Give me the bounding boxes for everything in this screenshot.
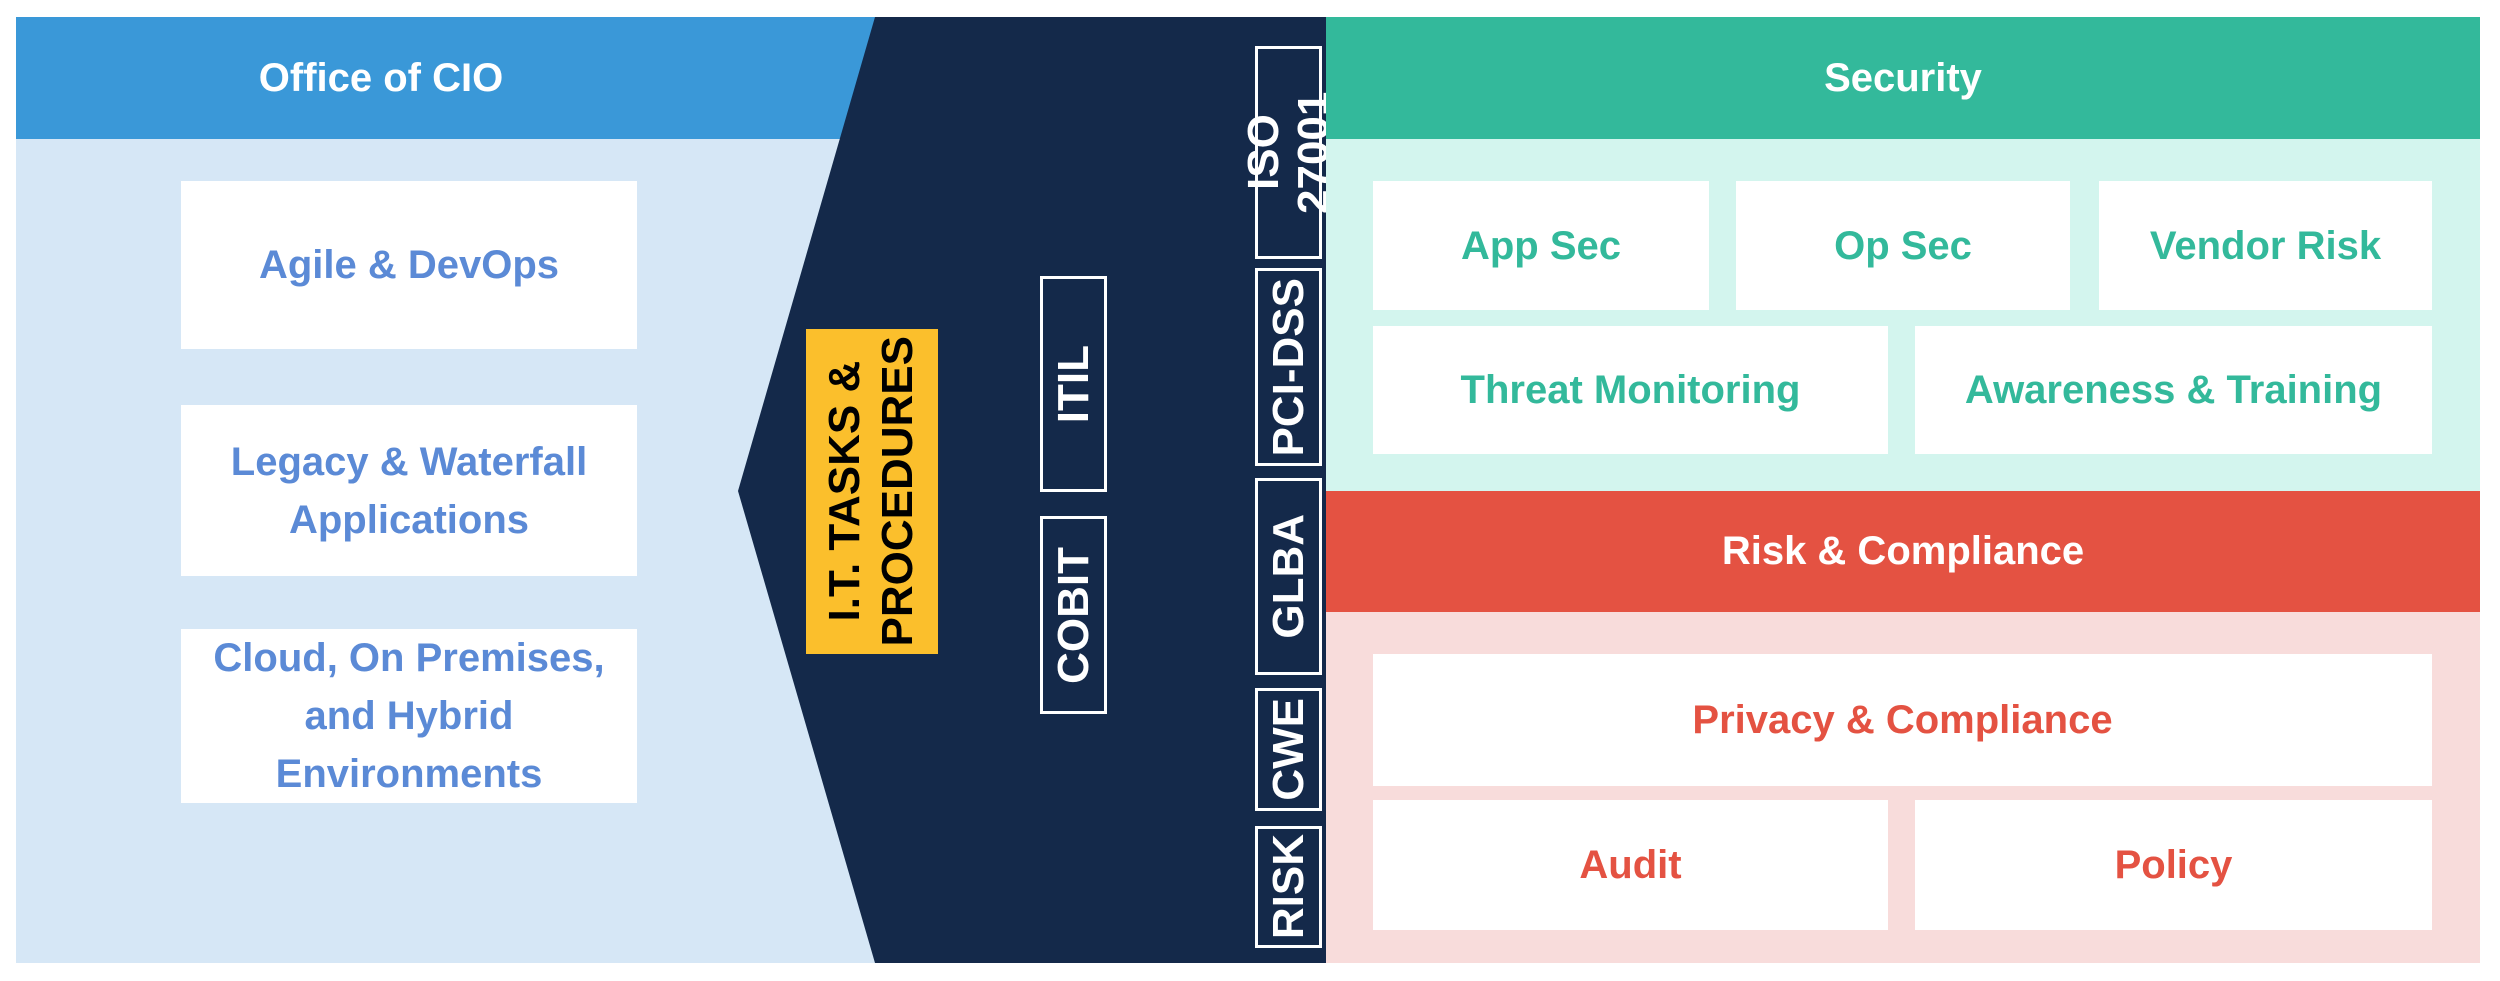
standard-label: ISO 27001 [1238, 91, 1338, 214]
security-item-threat-monitoring: Threat Monitoring [1373, 326, 1888, 454]
security-item-vendor-risk: Vendor Risk [2099, 181, 2432, 310]
framework-cobit: COBIT [1040, 516, 1107, 714]
risk-item-label: Policy [2114, 843, 2233, 887]
framework-itil: ITIL [1040, 276, 1107, 492]
security-header-title: Security [1824, 55, 1982, 100]
cio-item-label: Agile & DevOps [258, 243, 560, 287]
risk-item-policy: Policy [1915, 800, 2432, 930]
risk-item-label: Privacy & Compliance [1692, 698, 2113, 742]
security-item-awareness-training: Awareness & Training [1915, 326, 2432, 454]
standard-cwe: CWE [1255, 688, 1322, 811]
standard-iso27001: ISO 27001 [1239, 46, 1338, 259]
cio-item-legacy: Legacy & Waterfall Applications [181, 405, 637, 576]
standard-risk: RISK [1255, 826, 1322, 948]
risk-item-label: Audit [1579, 843, 1682, 887]
security-item-label: Op Sec [1834, 223, 1972, 268]
tasks-label-line2: PROCEDURES [873, 336, 922, 647]
risk-header: Risk & Compliance [1326, 491, 2480, 612]
framework-label: ITIL [1048, 344, 1098, 424]
standard-label: GLBA [1263, 514, 1313, 639]
cio-item-agile: Agile & DevOps [181, 181, 637, 349]
tasks-procedures-box: I.T. TASKS & PROCEDURES [806, 329, 938, 654]
security-item-label: App Sec [1460, 223, 1622, 268]
standard-label: PCI-DSS [1263, 277, 1313, 457]
risk-header-title: Risk & Compliance [1721, 529, 2085, 573]
standard-pci-dss: PCI-DSS [1255, 268, 1322, 466]
standard-label: RISK [1263, 834, 1313, 940]
standard-glba: GLBA [1255, 478, 1322, 675]
security-header: Security [1326, 17, 2480, 139]
security-item-app-sec: App Sec [1373, 181, 1709, 310]
security-item-label: Awareness & Training [1964, 368, 2383, 412]
tasks-label-line1: I.T. TASKS & [820, 361, 870, 622]
cio-item-cloud: Cloud, On Premises, and Hybrid Environme… [181, 629, 637, 803]
standard-label: CWE [1263, 698, 1313, 801]
security-item-label: Vendor Risk [2149, 223, 2382, 268]
cio-item-label: Legacy & Waterfall Applications [230, 439, 588, 542]
risk-item-audit: Audit [1373, 800, 1888, 930]
cio-item-label: Cloud, On Premises, and Hybrid Environme… [213, 636, 605, 796]
security-item-op-sec: Op Sec [1736, 181, 2070, 310]
security-item-label: Threat Monitoring [1460, 368, 1801, 412]
risk-item-privacy: Privacy & Compliance [1373, 654, 2432, 786]
framework-label: COBIT [1048, 546, 1098, 684]
